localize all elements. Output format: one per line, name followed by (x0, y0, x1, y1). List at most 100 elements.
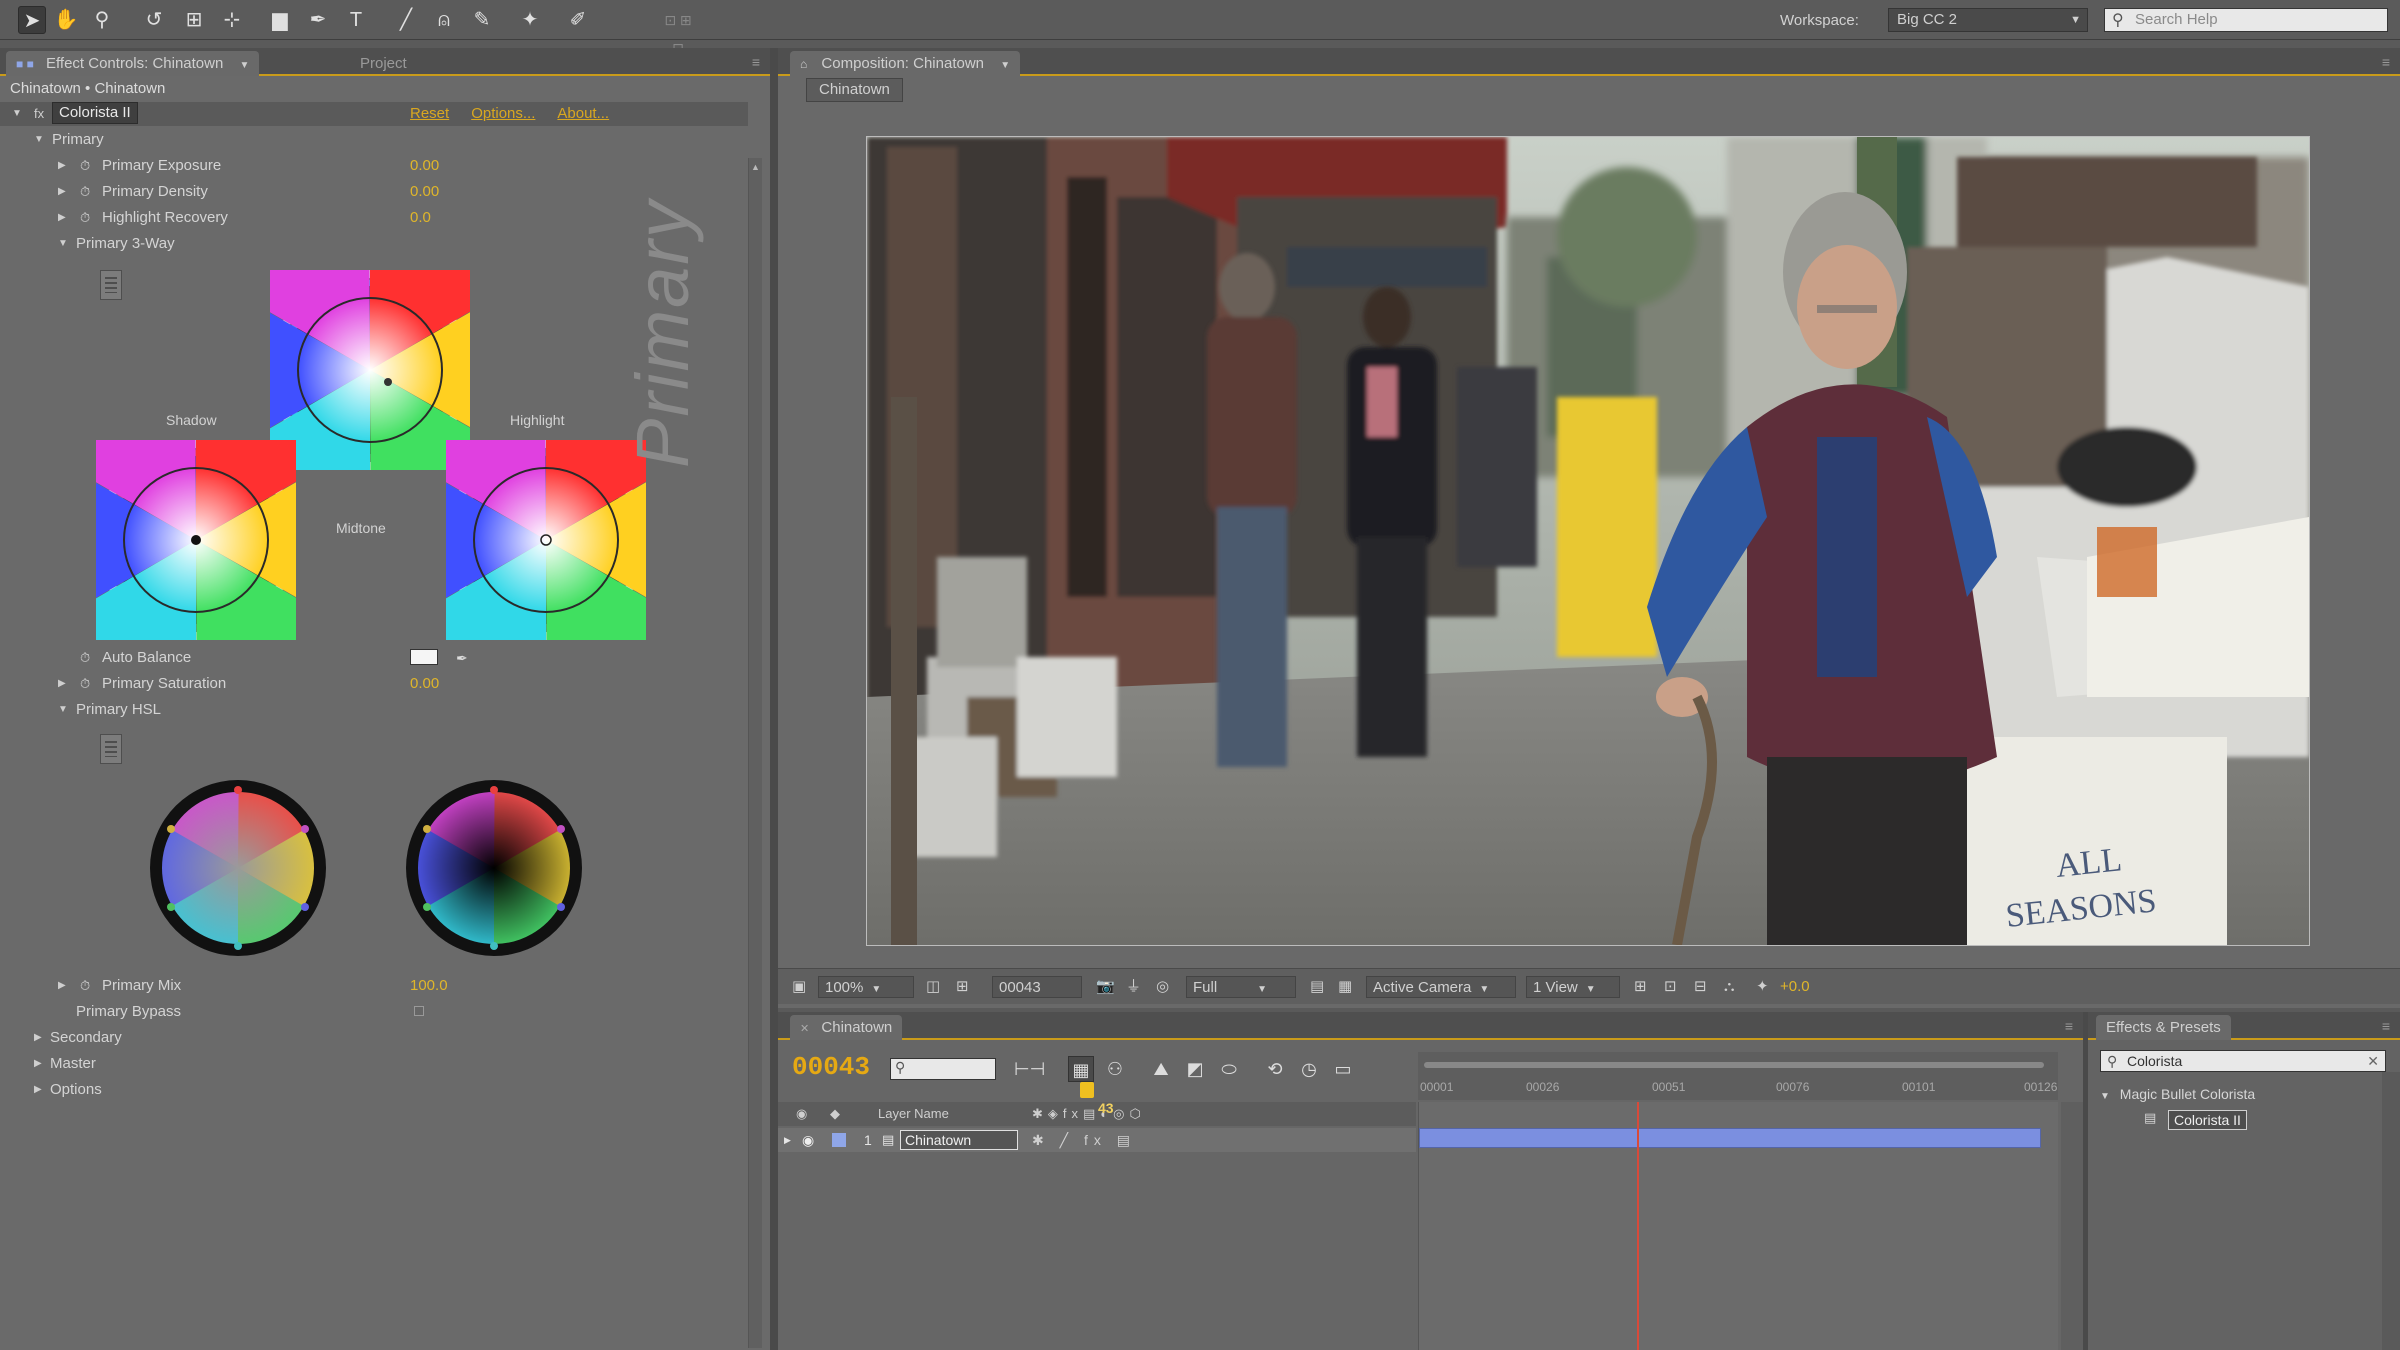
prop-primary-mix[interactable]: ▶ ⏱ Primary Mix 100.0 (0, 974, 748, 998)
eraser-tool-icon[interactable]: ✎ (468, 6, 496, 34)
show-snapshot-icon[interactable]: ⏚ (1120, 976, 1147, 998)
snapshot-icon[interactable]: 📷 (1090, 976, 1121, 998)
prop-auto-balance[interactable]: ⏱ Auto Balance ✒ (0, 646, 748, 670)
group-primary[interactable]: ▼ Primary (0, 128, 748, 152)
layer-search-input[interactable]: ⚲ (890, 1058, 996, 1080)
time-navigator[interactable] (1424, 1062, 2044, 1068)
comp-mini-flowchart-icon[interactable]: ⊢⊣ (1014, 1056, 1045, 1082)
tab-effects-presets[interactable]: Effects & Presets (2096, 1015, 2231, 1040)
group-primary-hsl[interactable]: ▼ Primary HSL (0, 698, 748, 722)
playhead-handle[interactable] (1080, 1082, 1094, 1098)
stopwatch-icon[interactable]: ⏱ (80, 206, 90, 230)
channel-icon[interactable]: ◎ (1150, 976, 1175, 998)
expand-icon[interactable]: ▶ (58, 672, 66, 696)
lock-icon[interactable]: ⌂ (800, 57, 807, 71)
panel-menu-icon[interactable]: ≡ (752, 54, 760, 70)
expand-icon[interactable]: ▼ (58, 232, 68, 256)
graph-editor-icon[interactable]: ⟲ (1262, 1056, 1288, 1082)
clear-search-icon[interactable]: ✕ (2367, 1051, 2379, 1071)
puppet-tool-icon[interactable]: ✐ (564, 6, 592, 34)
group-master[interactable]: ▶ Master (0, 1052, 748, 1076)
group-options[interactable]: ▶ Options (0, 1078, 748, 1102)
effects-search-input[interactable]: ⚲ Colorista ✕ (2100, 1050, 2386, 1072)
visibility-icon[interactable]: ◉ (802, 1128, 814, 1152)
layer-name-header[interactable]: Layer Name (878, 1102, 949, 1126)
effect-row-colorista[interactable]: ▼ fx Colorista II Reset Options... About..… (0, 102, 748, 126)
prop-value[interactable]: 0.0 (410, 206, 431, 230)
highlight-color-wheel[interactable] (446, 440, 646, 640)
brainstorm-icon[interactable]: ⬭ (1216, 1056, 1242, 1082)
label-color-swatch[interactable] (832, 1133, 846, 1147)
prop-primary-saturation[interactable]: ▶ ⏱ Primary Saturation 0.00 (0, 672, 748, 696)
rotate-tool-icon[interactable]: ↺ (140, 6, 168, 34)
hsl-hue-wheel[interactable] (148, 778, 328, 958)
camera-dropdown[interactable]: Active Camera ▼ (1366, 976, 1516, 998)
expand-icon[interactable]: ▶ (58, 974, 66, 998)
hand-tool-icon[interactable]: ✋ (52, 6, 80, 34)
folder-icon[interactable]: ▭ (1330, 1056, 1356, 1082)
auto-balance-swatch[interactable] (410, 649, 438, 665)
shadow-color-wheel[interactable] (96, 440, 296, 640)
prop-value[interactable]: 0.00 (410, 672, 439, 696)
expand-icon[interactable]: ▶ (784, 1128, 791, 1152)
layer-switches[interactable]: ✱ ╱ fx ▤ (1032, 1128, 1136, 1152)
effects-scrollbar[interactable] (2382, 1072, 2400, 1350)
mask-tool-icon[interactable]: ▆ (266, 6, 294, 34)
effect-expand-icon[interactable]: ▼ (12, 102, 22, 126)
camera-tool-icon[interactable]: ⊞ (180, 6, 208, 34)
hsl-lut-icon[interactable] (100, 734, 122, 764)
layer-row[interactable]: ▶ ◉ 1 ▤ Chinatown ✱ ╱ fx ▤ (778, 1128, 1416, 1152)
panel-menu-icon[interactable]: ≡ (2065, 1018, 2073, 1034)
zoom-tool-icon[interactable]: ⚲ (88, 6, 116, 34)
group-secondary[interactable]: ▶ Secondary (0, 1026, 748, 1050)
tab-chevron-down-icon[interactable]: ▼ (1000, 60, 1010, 71)
expand-icon[interactable]: ▶ (58, 206, 66, 230)
comp-breadcrumb[interactable]: Chinatown (806, 78, 903, 102)
stopwatch-icon[interactable]: ⏱ (80, 672, 90, 696)
prop-value[interactable]: 100.0 (410, 974, 448, 998)
tab-timeline-chinatown[interactable]: ✕ Chinatown (790, 1015, 903, 1040)
effect-name[interactable]: Colorista II (52, 102, 138, 124)
tab-project[interactable]: Project (350, 51, 417, 76)
expand-icon[interactable]: ▶ (34, 1078, 42, 1102)
panel-menu-icon[interactable]: ≡ (2382, 54, 2390, 70)
always-preview-icon[interactable]: ▣ (786, 976, 812, 998)
time-ruler[interactable]: 00001 00026 00051 00076 00101 00126 (1418, 1052, 2058, 1100)
region-of-interest-icon[interactable]: ▤ (1304, 976, 1330, 998)
fx-toggle-icon[interactable]: fx (34, 102, 44, 126)
timeline-icon[interactable]: ⊟ (1688, 976, 1713, 998)
composition-viewer[interactable]: ALL SEASONS (866, 136, 2310, 946)
current-time-display[interactable]: 00043 (992, 976, 1082, 998)
brush-tool-icon[interactable]: ╱ (392, 6, 420, 34)
roto-brush-tool-icon[interactable]: ✦ (516, 6, 544, 34)
close-tab-icon[interactable]: ✕ (800, 1023, 809, 1035)
transparency-grid-icon[interactable]: ▦ (1332, 976, 1358, 998)
zoom-dropdown[interactable]: 100% ▼ (818, 976, 914, 998)
expand-icon[interactable]: ▶ (58, 154, 66, 178)
type-tool-icon[interactable]: T (342, 6, 370, 34)
tab-effect-controls[interactable]: ■ ■ Effect Controls: Chinatown ▼ (6, 51, 260, 76)
flowchart-icon[interactable]: ⛬ (1718, 976, 1741, 998)
clock-icon[interactable]: ◷ (1296, 1056, 1322, 1082)
panel-menu-icon[interactable]: ≡ (2382, 1018, 2390, 1034)
exposure-value[interactable]: +0.0 (1774, 976, 1816, 998)
prop-value[interactable]: 0.00 (410, 180, 439, 204)
effect-controls-scrollbar[interactable]: ▲ (748, 158, 762, 1348)
midtone-color-wheel[interactable] (270, 270, 470, 470)
tab-chevron-down-icon[interactable]: ▼ (240, 60, 250, 71)
stopwatch-icon[interactable]: ⏱ (80, 974, 90, 998)
prop-primary-bypass[interactable]: Primary Bypass (0, 1000, 748, 1024)
panel-divider[interactable] (770, 48, 778, 1350)
timeline-scrollbar[interactable] (2061, 1102, 2083, 1350)
fit-icon[interactable]: ◫ (920, 976, 946, 998)
motion-blur-icon[interactable]: ◩ (1182, 1056, 1208, 1082)
stopwatch-icon[interactable]: ⏱ (80, 180, 90, 204)
layer-name[interactable]: Chinatown (900, 1130, 1018, 1150)
about-link[interactable]: About... (557, 105, 609, 122)
timeline-tracks[interactable] (1418, 1102, 2058, 1350)
toggle-pixel-aspect-icon[interactable]: ⊞ (1628, 976, 1653, 998)
resolution-dropdown[interactable]: Full ▼ (1186, 976, 1296, 998)
pen-tool-icon[interactable]: ✒ (304, 6, 332, 34)
search-help-input[interactable]: ⚲ Search Help (2104, 8, 2388, 32)
stopwatch-icon[interactable]: ⏱ (80, 646, 90, 670)
